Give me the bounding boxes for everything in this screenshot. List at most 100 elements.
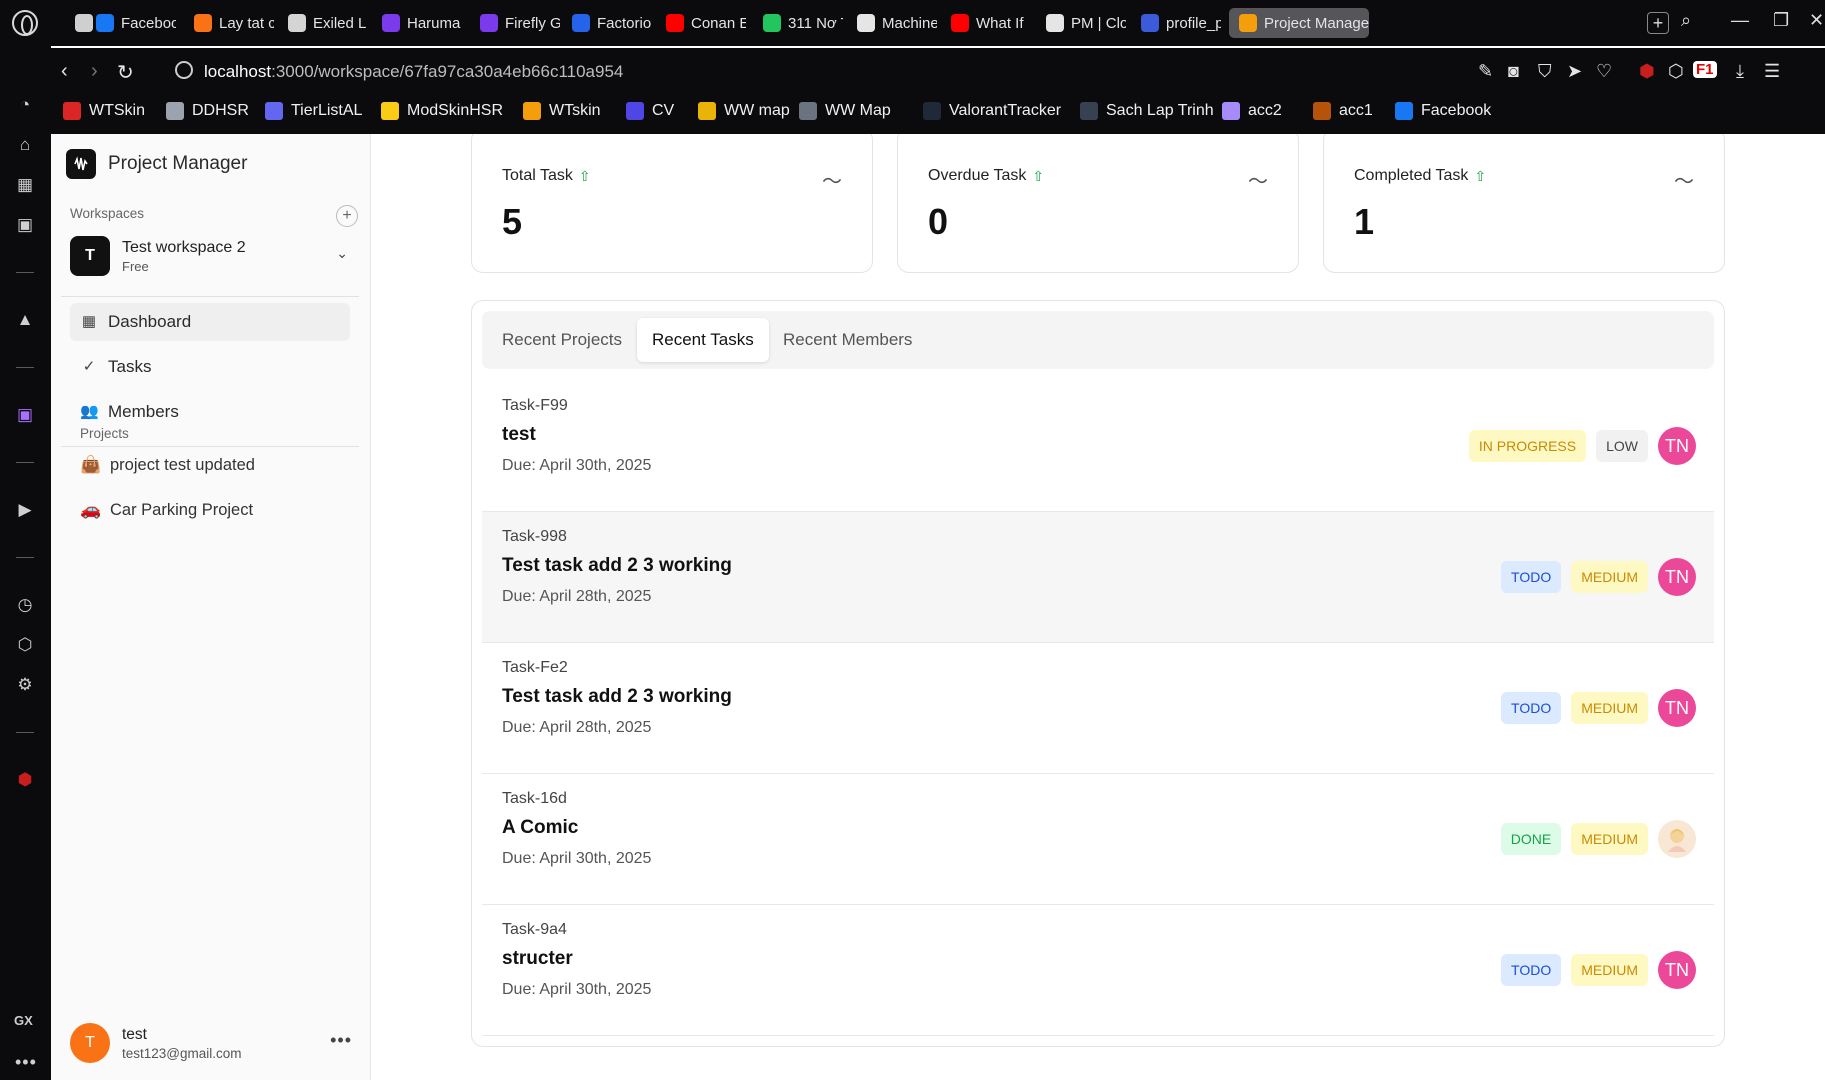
tab-item[interactable]: Factorio — [572, 8, 652, 38]
user-menu[interactable]: T test test123@gmail.com ••• — [70, 1018, 360, 1068]
tab-item[interactable]: Project Manage — [1229, 8, 1369, 38]
camera-icon[interactable]: ◙ — [1508, 61, 1519, 82]
bookmark-item[interactable]: TierListAL — [265, 102, 362, 120]
edit-icon[interactable]: ✎ — [1478, 61, 1493, 82]
tab-item[interactable]: PM | Clo — [1046, 8, 1126, 38]
tab-item[interactable]: Lay tat c — [194, 8, 274, 38]
task-row[interactable]: Task-Fe2 Test task add 2 3 working Due: Ap… — [482, 643, 1714, 774]
assignee-avatar[interactable]: TN — [1658, 558, 1696, 596]
check-circle-icon: ✓ — [82, 358, 96, 375]
more-dots-icon[interactable]: ••• — [15, 1052, 37, 1073]
project-item[interactable]: 🚗 Car Parking Project — [80, 500, 253, 520]
workspace-icon[interactable]: ⌂ — [14, 134, 36, 156]
tab-item[interactable]: Haruma — [382, 8, 462, 38]
bookmark-label: acc2 — [1248, 102, 1282, 119]
forward-button[interactable]: › — [91, 60, 98, 83]
assignee-avatar[interactable]: TN — [1658, 689, 1696, 727]
gx-corner-icon[interactable]: ▦ — [14, 174, 36, 196]
task-due: Due: April 30th, 2025 — [502, 457, 652, 474]
restore-icon[interactable]: ❐ — [1773, 10, 1789, 31]
ublock-icon[interactable]: ⬢ — [14, 769, 36, 791]
address-bar-row: ‹ › ↻ localhost:3000/workspace/67fa97ca3… — [51, 46, 1825, 96]
task-code: Task-Fe2 — [502, 659, 568, 676]
opera-logo-icon[interactable] — [12, 10, 38, 36]
tab-item[interactable]: Conan E — [666, 8, 746, 38]
bookmark-item[interactable]: WTSkin — [63, 102, 145, 120]
close-window-icon[interactable]: ✕ — [1809, 10, 1824, 31]
nav-item-tasks[interactable]: ✓ Tasks — [70, 348, 350, 386]
stat-card-overdue: Overdue Task ⇧ 0 〜 — [897, 134, 1299, 273]
assignee-avatar-image[interactable] — [1658, 820, 1696, 858]
more-options-icon[interactable]: ••• — [330, 1030, 352, 1051]
task-row[interactable]: Task-16d A Comic Due: April 30th, 2025 DONE… — [482, 774, 1714, 905]
bookmark-item[interactable]: acc2 — [1222, 102, 1282, 120]
bookmark-item[interactable]: Sach Lap Trinh — [1080, 102, 1214, 120]
tab-recent-members[interactable]: Recent Members — [768, 318, 927, 362]
task-title: Test task add 2 3 working — [502, 555, 732, 576]
history-icon[interactable]: ◷ — [14, 594, 36, 616]
stat-value: 0 — [928, 201, 949, 242]
site-info-icon[interactable] — [175, 61, 193, 79]
heart-icon[interactable]: ♡ — [1596, 61, 1612, 82]
tab-favicon-icon — [96, 14, 114, 32]
settings-gear-icon[interactable]: ⚙ — [14, 674, 36, 696]
status-badge: DONE — [1500, 823, 1562, 855]
bookmark-item[interactable]: ModSkinHSR — [381, 102, 503, 120]
assignee-avatar[interactable]: TN — [1658, 951, 1696, 989]
project-item[interactable]: 👜 project test updated — [80, 455, 255, 475]
bookmark-item[interactable]: DDHSR — [166, 102, 249, 120]
shield-icon[interactable]: ⛉ — [1538, 61, 1552, 82]
bookmark-item[interactable]: CV — [626, 102, 674, 120]
task-row[interactable]: Task-F99 test Due: April 30th, 2025 IN PROG… — [482, 381, 1714, 512]
bookmark-item[interactable]: WW map — [698, 102, 790, 120]
bookmark-item[interactable]: ValorantTracker — [923, 102, 1061, 120]
add-workspace-button[interactable]: + — [336, 205, 358, 227]
tab-item[interactable]: Firefly G — [480, 8, 560, 38]
projects-label: Projects — [80, 426, 129, 441]
assignee-avatar[interactable]: TN — [1658, 427, 1696, 465]
search-tabs-icon[interactable]: ⌕ — [1681, 10, 1691, 31]
new-tab-button[interactable]: + — [1647, 12, 1669, 34]
ublock-toolbar-icon[interactable]: ⬢ — [1639, 61, 1655, 82]
tab-item[interactable]: Machine — [857, 8, 937, 38]
workspace-switcher[interactable]: T Test workspace 2 Free ⌄ — [70, 229, 360, 283]
speed-dial-icon[interactable]: ◔ — [14, 94, 36, 116]
tab-recent-projects[interactable]: Recent Projects — [487, 318, 637, 362]
gx-label: GX — [14, 1013, 33, 1028]
tab-item[interactable]: What If — [951, 8, 1031, 38]
send-icon[interactable]: ➤ — [1567, 61, 1582, 82]
marketplace-icon[interactable]: ▣ — [14, 214, 36, 236]
tab-favicon-icon — [382, 14, 400, 32]
tab-item[interactable]: Exiled L — [288, 8, 368, 38]
task-row[interactable]: Task-998 Test task add 2 3 working Due: Ap… — [482, 512, 1714, 643]
url-field[interactable]: localhost:3000/workspace/67fa97ca30a4eb6… — [204, 62, 623, 82]
bookmark-label: WW map — [724, 102, 790, 119]
back-button[interactable]: ‹ — [61, 60, 68, 83]
bookmark-label: TierListAL — [291, 102, 363, 119]
tab-item[interactable]: Faceboo — [96, 8, 176, 38]
reload-button[interactable]: ↻ — [117, 60, 134, 85]
f1-extension-icon[interactable]: F1 — [1693, 61, 1717, 78]
bookmark-favicon-icon — [381, 102, 399, 120]
player-icon[interactable]: ▶ — [14, 499, 36, 521]
bookmark-favicon-icon — [265, 102, 283, 120]
brand[interactable]: Project Manager — [66, 149, 247, 179]
twitch-icon[interactable]: ▣ — [14, 404, 36, 426]
bookmark-item[interactable]: Facebook — [1395, 102, 1491, 120]
tab-item[interactable]: 311 Nơ T — [763, 8, 843, 38]
bookmark-item[interactable]: WW Map — [799, 102, 891, 120]
tab-recent-tasks[interactable]: Recent Tasks — [637, 318, 769, 362]
bookmark-item[interactable]: WTskin — [523, 102, 601, 120]
status-badge: IN PROGRESS — [1468, 430, 1587, 462]
bookmark-item[interactable]: acc1 — [1313, 102, 1373, 120]
extensions-cube-icon[interactable]: ⬡ — [14, 634, 36, 656]
tab-item[interactable]: profile_p — [1141, 8, 1221, 38]
download-icon[interactable]: ⤓ — [1736, 61, 1744, 82]
cube-icon[interactable]: ⬡ — [1668, 61, 1684, 82]
task-row[interactable]: Task-9a4 structer Due: April 30th, 2025 TOD… — [482, 905, 1714, 1036]
nav-item-dashboard[interactable]: ▦ Dashboard — [70, 303, 350, 341]
task-title: Test task add 2 3 working — [502, 686, 732, 707]
menu-icon[interactable]: ☰ — [1764, 61, 1780, 82]
minimize-icon[interactable]: — — [1731, 10, 1749, 31]
aria-icon[interactable]: ▲ — [14, 309, 36, 331]
